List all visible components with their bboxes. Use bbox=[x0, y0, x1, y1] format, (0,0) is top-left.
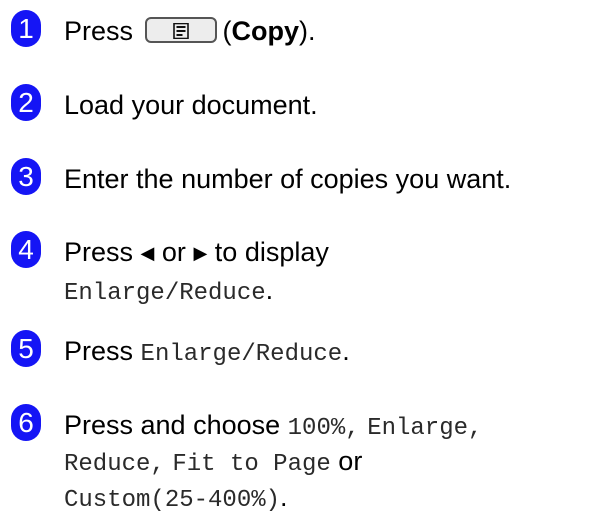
to-display-label: to display bbox=[214, 237, 329, 267]
step-number-badge: 4 bbox=[11, 231, 41, 268]
menu-item-enlarge-reduce: Enlarge/Reduce bbox=[140, 341, 343, 368]
step-text: Load your document. bbox=[64, 90, 318, 120]
copy-button[interactable] bbox=[144, 16, 217, 43]
period: . bbox=[265, 275, 274, 305]
press-label: Press bbox=[64, 237, 134, 267]
press-label: Press bbox=[64, 336, 134, 366]
menu-item-enlarge-reduce: Enlarge/Reduce bbox=[64, 280, 266, 307]
step-text: Press ◀ or ▶ to display bbox=[64, 234, 329, 273]
press-label: Press bbox=[64, 16, 134, 46]
or-label: or bbox=[161, 237, 186, 267]
right-arrow-icon: ▶ bbox=[193, 243, 208, 263]
option-fit-to-page: Fit to Page bbox=[172, 451, 331, 478]
separator: , bbox=[468, 415, 483, 442]
close-paren: ). bbox=[299, 16, 316, 46]
period: . bbox=[342, 336, 350, 366]
step-number-badge: 3 bbox=[11, 158, 41, 195]
copy-button-name: Copy bbox=[231, 16, 300, 46]
press-choose-label: Press and choose bbox=[64, 410, 281, 440]
step-text-line2: Enlarge/Reduce. bbox=[64, 272, 273, 312]
option-reduce: Reduce bbox=[64, 451, 151, 478]
step-text-line3: Custom(25-400%). bbox=[64, 479, 288, 519]
step-number-badge: 6 bbox=[11, 404, 41, 441]
page: { "colors": { "step_badge": "#1515f5", "… bbox=[0, 0, 604, 514]
step-text: Press (Copy). bbox=[64, 13, 316, 49]
step-number-badge: 2 bbox=[11, 84, 41, 121]
step-number-badge: 5 bbox=[11, 330, 41, 367]
separator: , bbox=[345, 415, 360, 442]
copy-document-icon bbox=[172, 22, 189, 39]
step-text-line1: Press and choose 100%, Enlarge, bbox=[64, 407, 482, 447]
left-arrow-icon: ◀ bbox=[140, 243, 155, 263]
option-custom: Custom(25-400%) bbox=[64, 487, 281, 514]
step-text: Press Enlarge/Reduce. bbox=[64, 333, 350, 373]
separator: , bbox=[150, 451, 165, 478]
step-number-badge: 1 bbox=[11, 10, 41, 47]
option-100: 100% bbox=[287, 415, 346, 442]
or-label: or bbox=[338, 446, 363, 476]
step-text-line2: Reduce, Fit to Page or bbox=[64, 443, 362, 483]
period: . bbox=[280, 482, 288, 512]
option-enlarge: Enlarge bbox=[367, 415, 469, 442]
step-text: Enter the number of copies you want. bbox=[64, 164, 512, 194]
open-paren: ( bbox=[222, 16, 232, 46]
